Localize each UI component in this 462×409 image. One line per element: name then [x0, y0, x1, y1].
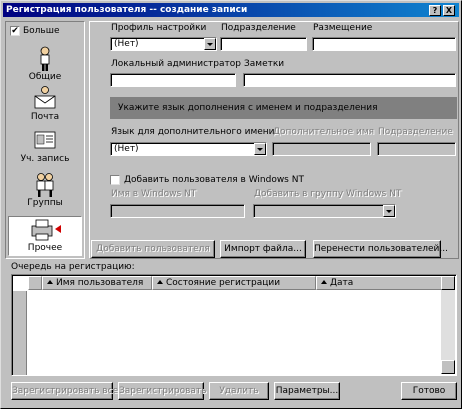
sidebar-item-groups[interactable]: Группы — [8, 172, 82, 212]
row-selector-column — [13, 291, 27, 375]
chevron-down-icon — [383, 205, 395, 217]
sidebar-item-label: Общие — [28, 72, 62, 82]
nt-name-field — [110, 204, 245, 218]
vertical-scrollbar[interactable] — [441, 276, 455, 374]
queue-label: Очередь на регистрацию: — [11, 262, 135, 272]
sidebar-item-general[interactable]: Общие — [8, 46, 82, 86]
location-field[interactable] — [312, 37, 456, 51]
profile-label: Профиль настройки — [111, 23, 207, 33]
add-user-button[interactable]: Добавить пользователя — [91, 240, 215, 258]
extra-name-field — [272, 142, 371, 156]
column-header-date[interactable]: Дата — [316, 276, 442, 290]
title-bar[interactable]: Регистрация пользователя -- создание зап… — [3, 3, 459, 17]
main-panel — [89, 21, 459, 259]
column-corner — [28, 276, 42, 290]
sort-arrow-icon — [157, 280, 163, 284]
person-icon — [40, 46, 50, 71]
sidebar-item-label: Почта — [30, 112, 60, 122]
nt-group-label: Добавить в группу Windows NT — [254, 189, 402, 199]
register-all-button[interactable]: Зарегистрировать все — [11, 382, 118, 400]
close-button[interactable]: X — [443, 5, 455, 16]
sidebar-item-label: Уч. запись — [20, 154, 70, 164]
local-admin-label: Локальный администратор — [111, 59, 241, 69]
extra-lang-select[interactable]: (Нет) — [110, 142, 267, 156]
column-header-label: Состояние регистрации — [166, 278, 281, 288]
department-label: Подразделение — [221, 23, 296, 33]
sidebar-item-label: Группы — [27, 198, 63, 208]
local-admin-field[interactable] — [110, 73, 236, 87]
column-header-label: Имя пользователя — [56, 278, 144, 288]
column-header-label: Дата — [330, 278, 354, 288]
extra-lang-select-value: (Нет) — [114, 144, 139, 154]
language-banner: Укажите язык дополнения с именем и подра… — [110, 97, 457, 119]
queue-list[interactable]: Имя пользователя Состояние регистрации Д… — [11, 274, 457, 376]
sort-arrow-icon — [321, 280, 327, 284]
register-button[interactable]: Зарегистрировать — [118, 382, 206, 400]
sidebar-item-account[interactable]: Уч. запись — [8, 128, 82, 168]
registration-window: Регистрация пользователя -- создание зап… — [0, 0, 462, 409]
sidebar-item-label: Прочее — [27, 243, 63, 253]
location-label: Размещение — [313, 23, 373, 33]
id-card-icon — [34, 131, 56, 149]
extra-lang-label: Язык для дополнительного имени — [111, 127, 275, 137]
extra-name-label: Дополнительное имя — [273, 127, 375, 137]
profile-select[interactable]: (Нет) — [110, 37, 217, 51]
column-header-status[interactable]: Состояние регистрации — [152, 276, 316, 290]
nt-name-label: Имя в Windows NT — [111, 189, 197, 199]
nt-group-select — [253, 204, 396, 218]
params-button[interactable]: Параметры... — [274, 382, 340, 400]
extra-dept-field — [377, 142, 456, 156]
sidebar: ✔ Больше Общие Почта Уч. запись Группы П… — [5, 21, 85, 259]
notes-field[interactable] — [243, 73, 456, 87]
sidebar-item-mail[interactable]: Почта — [8, 86, 82, 126]
chevron-down-icon[interactable] — [254, 143, 266, 155]
department-field[interactable] — [220, 37, 307, 51]
more-label: Больше — [23, 26, 60, 36]
notes-label: Заметки — [244, 59, 285, 69]
group-icon — [36, 173, 54, 197]
add-nt-label: Добавить пользователя в Windows NT — [124, 175, 304, 185]
more-checkbox[interactable]: ✔ — [10, 26, 20, 36]
column-header-username[interactable]: Имя пользователя — [42, 276, 152, 290]
sort-arrow-icon — [47, 280, 53, 284]
sidebar-item-other[interactable]: Прочее — [8, 216, 82, 256]
printer-icon — [31, 219, 61, 241]
add-nt-checkbox[interactable] — [110, 175, 120, 185]
mail-icon — [34, 86, 56, 109]
delete-button[interactable]: Удалить — [209, 382, 269, 400]
import-file-button[interactable]: Импорт файла... — [220, 240, 306, 258]
window-title: Регистрация пользователя -- создание зап… — [6, 5, 248, 15]
done-button[interactable]: Готово — [401, 382, 457, 400]
scroll-down-button[interactable] — [441, 360, 455, 374]
help-button[interactable]: ? — [429, 5, 441, 16]
scroll-up-button[interactable] — [441, 276, 455, 290]
profile-select-value: (Нет) — [114, 39, 139, 49]
chevron-down-icon[interactable] — [204, 38, 216, 50]
move-users-button[interactable]: Перенести пользователей... — [313, 240, 448, 258]
extra-dept-label: Подразделение — [378, 127, 453, 137]
